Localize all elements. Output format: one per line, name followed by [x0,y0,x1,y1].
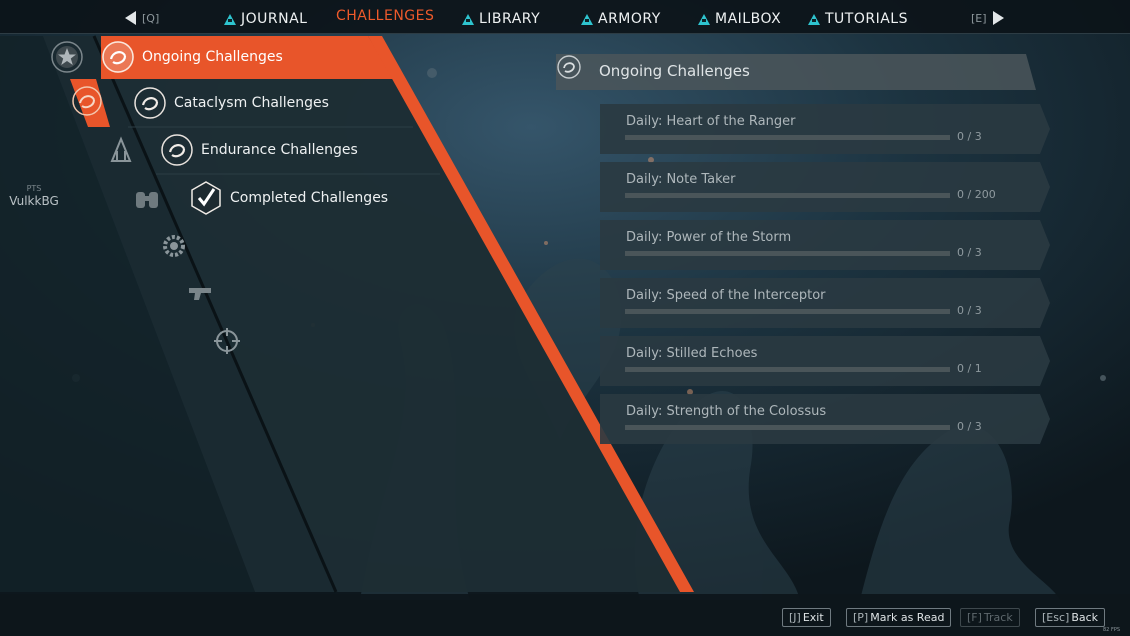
category-label: Cataclysm Challenges [174,95,329,111]
swirl-emblem-icon [161,134,193,166]
category-ongoing-challenges[interactable]: Ongoing Challenges [100,35,283,79]
checkmark-icon [191,181,221,215]
challenge-row-bg [600,336,1050,386]
challenge-name: Daily: Heart of the Ranger [626,114,796,129]
challenge-name: Daily: Speed of the Interceptor [626,288,826,303]
arrow-right-icon [992,11,1004,25]
challenge-row-bg [600,278,1050,328]
challenge-row[interactable]: Daily: Speed of the Interceptor 0 / 3 [600,278,1050,328]
tab-library[interactable]: LIBRARY [462,11,540,27]
action-label: Mark as Read [870,611,945,624]
category-completed-challenges[interactable]: Completed Challenges [188,176,388,220]
progress-bar [625,367,950,372]
nav-next[interactable]: [E] [971,11,1004,25]
section-header: Ongoing Challenges [556,54,1036,90]
fps-counter: 82 FPS [1103,627,1121,633]
challenge-row-bg [600,220,1050,270]
tab-label: MAILBOX [715,11,782,27]
challenge-row-bg [600,162,1050,212]
pts-label: PTS [26,184,42,193]
player-name: VulkkBG [9,194,59,208]
progress-bar [625,135,950,140]
swirl-emblem-icon [102,41,134,73]
action-label: Track [983,611,1013,624]
progress-count: 0 / 3 [957,304,982,317]
mark-as-read-button[interactable]: [P] Mark as Read [846,608,952,627]
triangle-icon [581,13,593,25]
tab-label: CHALLENGES [336,8,435,24]
track-button[interactable]: [F] Track [960,608,1020,627]
tab-challenges[interactable]: CHALLENGES [336,8,434,24]
challenge-name: Daily: Strength of the Colossus [626,404,827,419]
challenge-row-bg [600,394,1050,444]
player-badge: PTS VulkkBG [0,184,68,216]
key-hint: [Esc] [1042,611,1070,624]
nav-next-key: [E] [971,11,987,25]
key-hint: [J] [789,611,801,624]
triangle-icon [224,13,236,25]
tab-label: LIBRARY [479,11,541,27]
progress-count: 0 / 3 [957,420,982,433]
crosshair-icon[interactable] [210,324,244,358]
tab-tutorials[interactable]: TUTORIALS [808,11,908,27]
progress-bar [625,251,950,256]
progress-count: 0 / 3 [957,130,982,143]
challenge-row[interactable]: Daily: Stilled Echoes 0 / 1 [600,336,1050,386]
arrow-left-icon [125,11,136,25]
category-cataclysm-challenges[interactable]: Cataclysm Challenges [132,81,329,125]
back-button[interactable]: [Esc] Back [1035,608,1106,627]
category-label: Ongoing Challenges [142,49,283,65]
action-label: Exit [802,611,824,624]
tab-armory[interactable]: ARMORY [581,11,661,27]
challenge-row-bg [600,104,1050,154]
tab-label: ARMORY [598,11,661,27]
progress-bar [625,193,950,198]
action-bar: [J] Exit [P] Mark as Read [F] Track [Esc… [0,594,1130,636]
action-label: Back [1071,611,1099,624]
star-emblem-icon[interactable] [50,40,84,74]
nav-prev-key: [Q] [142,11,160,25]
challenge-row[interactable]: Daily: Note Taker 0 / 200 [600,162,1050,212]
weapon-icon[interactable] [183,276,217,310]
progress-count: 0 / 200 [957,188,996,201]
triangle-icon [808,13,820,25]
tab-journal[interactable]: JOURNAL [224,11,307,27]
swirl-emblem-icon [557,55,581,79]
gear-icon[interactable] [157,229,191,263]
challenge-row[interactable]: Daily: Power of the Storm 0 / 3 [600,220,1050,270]
challenge-name: Daily: Power of the Storm [626,230,792,245]
key-hint: [F] [967,611,982,624]
progress-bar [625,309,950,314]
tab-label: TUTORIALS [825,11,908,27]
tab-mailbox[interactable]: MAILBOX [698,11,781,27]
swirl-emblem-icon[interactable] [70,84,104,118]
javelin-icon[interactable] [104,133,138,167]
tab-label: JOURNAL [241,11,308,27]
challenge-name: Daily: Stilled Echoes [626,346,758,361]
category-label: Endurance Challenges [201,142,358,158]
progress-count: 0 / 3 [957,246,982,259]
triangle-icon [462,13,474,25]
category-endurance-challenges[interactable]: Endurance Challenges [159,128,358,172]
category-panels [0,35,694,593]
binoculars-icon[interactable] [130,182,164,216]
nav-prev[interactable]: [Q] [125,11,159,25]
swirl-emblem-icon [134,87,166,119]
progress-bar [625,425,950,430]
challenge-name: Daily: Note Taker [626,172,736,187]
key-hint: [P] [853,611,869,624]
challenge-row[interactable]: Daily: Heart of the Ranger 0 / 3 [600,104,1050,154]
category-label: Completed Challenges [230,190,389,206]
progress-count: 0 / 1 [957,362,982,375]
top-navigation: [Q] JOURNAL CHALLENGES LIBRARY ARMORY MA… [0,0,1130,34]
section-title: Ongoing Challenges [599,62,750,80]
exit-button[interactable]: [J] Exit [782,608,831,627]
challenge-row[interactable]: Daily: Strength of the Colossus 0 / 3 [600,394,1050,444]
triangle-icon [698,13,710,25]
